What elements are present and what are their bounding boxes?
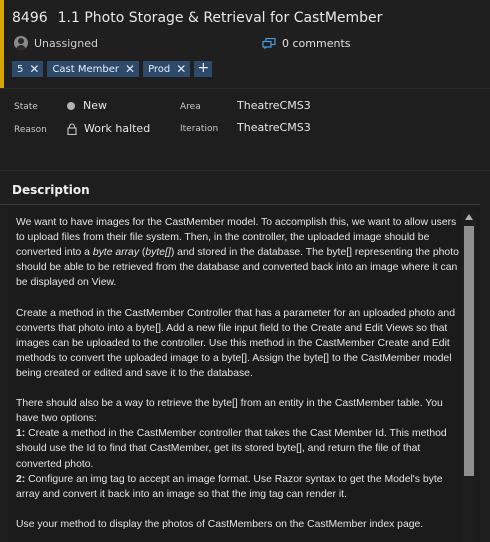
avatar-icon xyxy=(14,36,28,50)
scroll-up-icon[interactable] xyxy=(465,214,473,220)
state-field[interactable]: New xyxy=(67,99,107,112)
tag-label: Cast Member xyxy=(52,63,119,75)
description-heading: Description xyxy=(12,183,90,197)
description-paragraph: Use your method to display the photos of… xyxy=(16,518,424,530)
description-paragraph: We want to have images for the CastMembe… xyxy=(16,217,459,289)
description-paragraph: Create a method in the CastMember Contro… xyxy=(16,307,455,379)
comments-link[interactable]: 0 comments xyxy=(262,37,351,50)
iteration-value[interactable]: TheatreCMS3 xyxy=(237,121,311,134)
description-scrollbar[interactable] xyxy=(462,211,476,542)
lock-icon xyxy=(67,122,77,135)
tag-chip[interactable]: 5 ✕ xyxy=(12,61,44,77)
tag-list: 5 ✕ Cast Member ✕ Prod ✕ + xyxy=(12,61,213,77)
assignee-picker[interactable]: Unassigned xyxy=(14,36,98,50)
description-text: We want to have images for the CastMembe… xyxy=(16,215,462,542)
area-value[interactable]: TheatreCMS3 xyxy=(237,99,311,112)
remove-tag-icon[interactable]: ✕ xyxy=(29,63,39,75)
comment-icon xyxy=(262,37,276,49)
work-item-title[interactable]: 1.1 Photo Storage & Retrieval for CastMe… xyxy=(58,10,383,26)
comments-count: 0 comments xyxy=(282,37,351,50)
tag-label: Prod xyxy=(148,63,171,75)
state-dot-icon xyxy=(67,101,75,110)
title-row: 8496 1.1 Photo Storage & Retrieval for C… xyxy=(12,8,382,28)
work-item-fields: State New Reason Work halted Area Theatr… xyxy=(0,88,490,170)
reason-field[interactable]: Work halted xyxy=(67,122,150,135)
work-item-type-color-bar xyxy=(0,0,4,88)
remove-tag-icon[interactable]: ✕ xyxy=(176,63,186,75)
state-label: State xyxy=(14,102,38,112)
add-tag-button[interactable]: + xyxy=(194,61,213,77)
work-item-header: 8496 1.1 Photo Storage & Retrieval for C… xyxy=(0,0,490,88)
remove-tag-icon[interactable]: ✕ xyxy=(125,63,135,75)
description-editor[interactable]: We want to have images for the CastMembe… xyxy=(8,208,480,542)
description-divider xyxy=(0,204,480,205)
assignee-label: Unassigned xyxy=(34,36,98,50)
reason-label: Reason xyxy=(14,125,47,135)
area-label: Area xyxy=(180,102,201,112)
work-item-id: 8496 xyxy=(12,10,48,26)
tag-label: 5 xyxy=(17,63,24,75)
iteration-label: Iteration xyxy=(180,124,219,134)
section-divider xyxy=(0,170,490,171)
reason-value: Work halted xyxy=(84,122,151,135)
scrollbar-thumb[interactable] xyxy=(464,226,474,476)
description-paragraph: There should also be a way to retrieve t… xyxy=(16,398,447,500)
tag-chip[interactable]: Cast Member ✕ xyxy=(47,61,140,77)
state-value: New xyxy=(83,99,107,112)
tag-chip[interactable]: Prod ✕ xyxy=(143,61,191,77)
